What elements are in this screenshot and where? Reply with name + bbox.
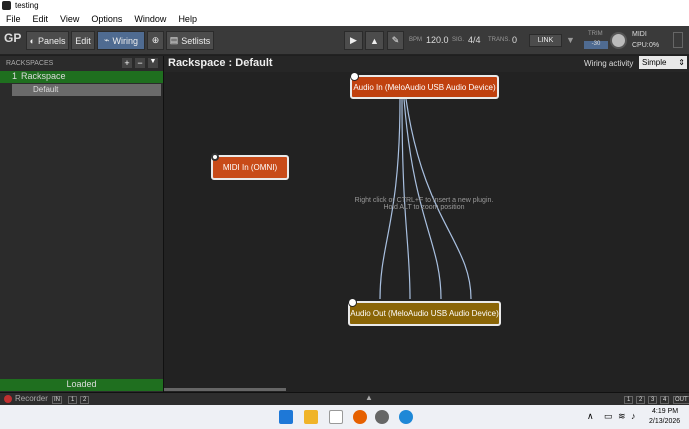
globe-button[interactable]: ⊕ xyxy=(147,31,164,50)
midi-label: MIDI xyxy=(632,31,647,38)
volume-knob-icon[interactable] xyxy=(610,32,627,49)
page-title: Rackspace : Default xyxy=(168,57,273,69)
toolbar: GP ◐ Panels Edit ⌁ Wiring ⊕ ▤ Setlists ▶ ▲ … xyxy=(0,26,689,55)
dropdown-arrow-icon[interactable]: ▼ xyxy=(566,35,575,45)
remove-rackspace-button[interactable]: − xyxy=(135,58,145,68)
menu-bar: File Edit View Options Window Help xyxy=(0,12,689,26)
sig-label: SIG. xyxy=(452,37,465,43)
file-explorer-icon[interactable] xyxy=(304,410,318,424)
tray-app-icon[interactable]: ▭ xyxy=(604,411,613,422)
window-title: testing xyxy=(15,1,39,10)
panels-button[interactable]: ◐ Panels xyxy=(26,31,69,50)
rackspace-item[interactable]: 1 Rackspace xyxy=(0,71,163,83)
sync-icon[interactable] xyxy=(399,410,413,424)
taskbar: ∧ ▭ ≋ ♪ 4:19 PM 2/13/2026 xyxy=(0,405,689,429)
wiring-mode-select[interactable]: Simple ⇕ xyxy=(639,56,687,69)
wiring-cables xyxy=(164,98,472,391)
setlists-button[interactable]: ▤ Setlists xyxy=(166,31,214,50)
bpm-value[interactable]: 120.0 xyxy=(426,35,449,45)
status-bar: Recorder IN 1 2 ▲ 1 2 3 4 OUT xyxy=(0,392,689,405)
windows-start-icon[interactable] xyxy=(279,410,293,424)
out-3[interactable]: 3 xyxy=(648,396,658,404)
edit-button[interactable]: Edit xyxy=(71,31,95,50)
setlists-icon: ▤ xyxy=(169,35,179,45)
metronome-button[interactable]: ▲ xyxy=(365,31,384,50)
menu-window[interactable]: Window xyxy=(128,14,172,24)
out-label: OUT xyxy=(673,396,689,404)
variation-item[interactable]: Default xyxy=(12,84,161,96)
app-logo-icon: GP xyxy=(4,31,22,45)
globe-icon: ⊕ xyxy=(151,35,160,45)
midi-node-icon[interactable] xyxy=(211,153,219,161)
document-icon[interactable] xyxy=(329,410,343,424)
cpu-label: CPU: xyxy=(632,42,649,49)
plugin-edit-icon[interactable] xyxy=(350,72,359,81)
audio-out-node[interactable]: Audio Out (MeloAudio USB Audio Device) xyxy=(348,301,501,326)
rackspaces-header: RACKSPACES xyxy=(6,60,54,67)
midi-in-node[interactable]: MIDI In (OMNI) xyxy=(211,155,289,180)
wiring-canvas[interactable]: Audio In (MeloAudio USB Audio Device) MI… xyxy=(164,72,689,392)
audio-in-node[interactable]: Audio In (MeloAudio USB Audio Device) xyxy=(350,75,499,99)
tuner-icon: ✎ xyxy=(391,35,400,45)
trans-label: TRANS. xyxy=(488,37,511,43)
in-1[interactable]: 1 xyxy=(68,396,78,404)
menu-edit[interactable]: Edit xyxy=(27,14,55,24)
midi-activity-indicator xyxy=(673,32,683,48)
out-4[interactable]: 4 xyxy=(660,396,670,404)
cpu-value: 0% xyxy=(649,42,660,49)
clock-date[interactable]: 2/13/2026 xyxy=(649,418,680,425)
app-icon xyxy=(2,1,11,10)
hint-text: Right click or CTRL+F to insert a new pl… xyxy=(354,197,494,211)
firefox-icon[interactable] xyxy=(353,410,367,424)
play-icon: ▶ xyxy=(350,35,357,45)
wiring-button[interactable]: ⌁ Wiring xyxy=(97,31,145,50)
plugin-play-icon[interactable] xyxy=(348,298,357,307)
title-bar: testing xyxy=(0,0,689,12)
clock-time[interactable]: 4:19 PM xyxy=(652,408,678,415)
add-rackspace-button[interactable]: + xyxy=(122,58,132,68)
panels-icon: ◐ xyxy=(29,35,35,46)
out-1[interactable]: 1 xyxy=(624,396,634,404)
wiring-activity-label: Wiring activity xyxy=(584,59,634,68)
rackspaces-panel: RACKSPACES + − ▼ 1 Rackspace Default Loa… xyxy=(0,56,164,392)
metronome-icon: ▲ xyxy=(370,35,379,46)
menu-file[interactable]: File xyxy=(0,14,27,24)
canvas-scrollbar xyxy=(164,388,286,391)
tuner-button[interactable]: ✎ xyxy=(387,31,404,50)
wifi-icon[interactable]: ≋ xyxy=(618,411,626,422)
recorder-label[interactable]: Recorder xyxy=(15,394,48,403)
out-2[interactable]: 2 xyxy=(636,396,646,404)
settings-icon[interactable] xyxy=(375,410,389,424)
updown-arrow-icon: ⇕ xyxy=(678,58,685,67)
bpm-label: BPM xyxy=(409,37,423,43)
trans-value[interactable]: 0 xyxy=(512,35,517,45)
speaker-icon[interactable]: ♪ xyxy=(631,411,636,421)
loaded-status: Loaded xyxy=(0,379,163,391)
menu-help[interactable]: Help xyxy=(172,14,203,24)
menu-options[interactable]: Options xyxy=(85,14,128,24)
trim-value[interactable]: -30 xyxy=(584,41,608,49)
record-icon[interactable] xyxy=(4,395,12,403)
wiring-icon: ⌁ xyxy=(104,35,110,45)
menu-view[interactable]: View xyxy=(54,14,85,24)
in-2[interactable]: 2 xyxy=(80,396,90,404)
tray-chevron-icon[interactable]: ∧ xyxy=(587,411,594,422)
rackspace-menu-button[interactable]: ▼ xyxy=(148,58,158,68)
expand-arrow-icon[interactable]: ▲ xyxy=(365,393,373,402)
in-label: IN xyxy=(52,396,62,404)
link-button[interactable]: LINK xyxy=(529,34,562,47)
play-button[interactable]: ▶ xyxy=(344,31,363,50)
sig-value[interactable]: 4/4 xyxy=(468,35,481,45)
trim-label: TRIM xyxy=(588,31,603,37)
